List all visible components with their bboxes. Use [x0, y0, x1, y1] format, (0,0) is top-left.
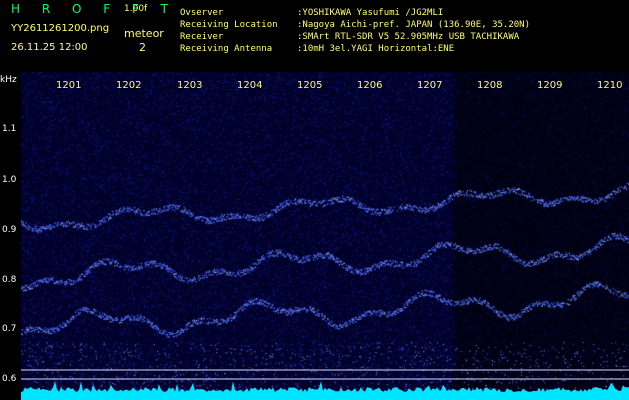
- x-tick-label: 1205: [297, 80, 323, 91]
- y-tick-label: 0.6: [2, 374, 17, 384]
- location-value: :Nagoya Aichi-pref. JAPAN (136.90E, 35.2…: [297, 20, 530, 30]
- location-label: Receiving Location: [180, 20, 278, 30]
- file-name: YY2611261200.png: [11, 23, 110, 34]
- x-tick-label: 1202: [116, 80, 142, 91]
- x-tick-label: 1208: [477, 80, 503, 91]
- y-tick-label: 1.1: [2, 124, 17, 134]
- x-tick-label: 1203: [177, 80, 203, 91]
- meteor-count: 2: [139, 41, 146, 54]
- x-tick-label: 1204: [237, 80, 263, 91]
- spectrogram: [21, 72, 629, 400]
- receiver-value: :SMArt RTL-SDR V5 52.905MHz USB TACHIKAW…: [297, 32, 520, 42]
- x-tick-label: 1210: [597, 80, 623, 91]
- y-tick-label: 0.7: [2, 324, 17, 334]
- y-tick-label: 1.0: [2, 175, 17, 185]
- antenna-label: Receiving Antenna: [180, 44, 273, 54]
- x-tick-label: 1207: [417, 80, 443, 91]
- observer-label: Ovserver: [180, 8, 224, 18]
- y-axis-bar: [0, 72, 21, 400]
- x-tick-label: 1206: [357, 80, 383, 91]
- app-brand: H R O F F T: [11, 2, 178, 16]
- antenna-value: :10mH 3el.YAGI Horizontal:ENE: [297, 44, 455, 54]
- receiver-label: Receiver: [180, 32, 224, 42]
- y-tick-label: 0.9: [2, 225, 17, 235]
- spectrogram-overlay: [21, 369, 629, 400]
- signal-baseline: [21, 381, 629, 400]
- observer-value: :YOSHIKAWA Yasufumi /JG2MLI: [297, 8, 444, 18]
- y-tick-label: 0.8: [2, 275, 17, 285]
- x-tick-label: 1201: [56, 80, 82, 91]
- x-tick-label: 1209: [537, 80, 563, 91]
- app-version: 1.00f: [124, 4, 148, 14]
- timestamp: 26.11.25 12:00: [11, 42, 88, 53]
- meteor-label: meteor: [124, 27, 164, 40]
- y-axis-unit: kHz: [0, 75, 17, 85]
